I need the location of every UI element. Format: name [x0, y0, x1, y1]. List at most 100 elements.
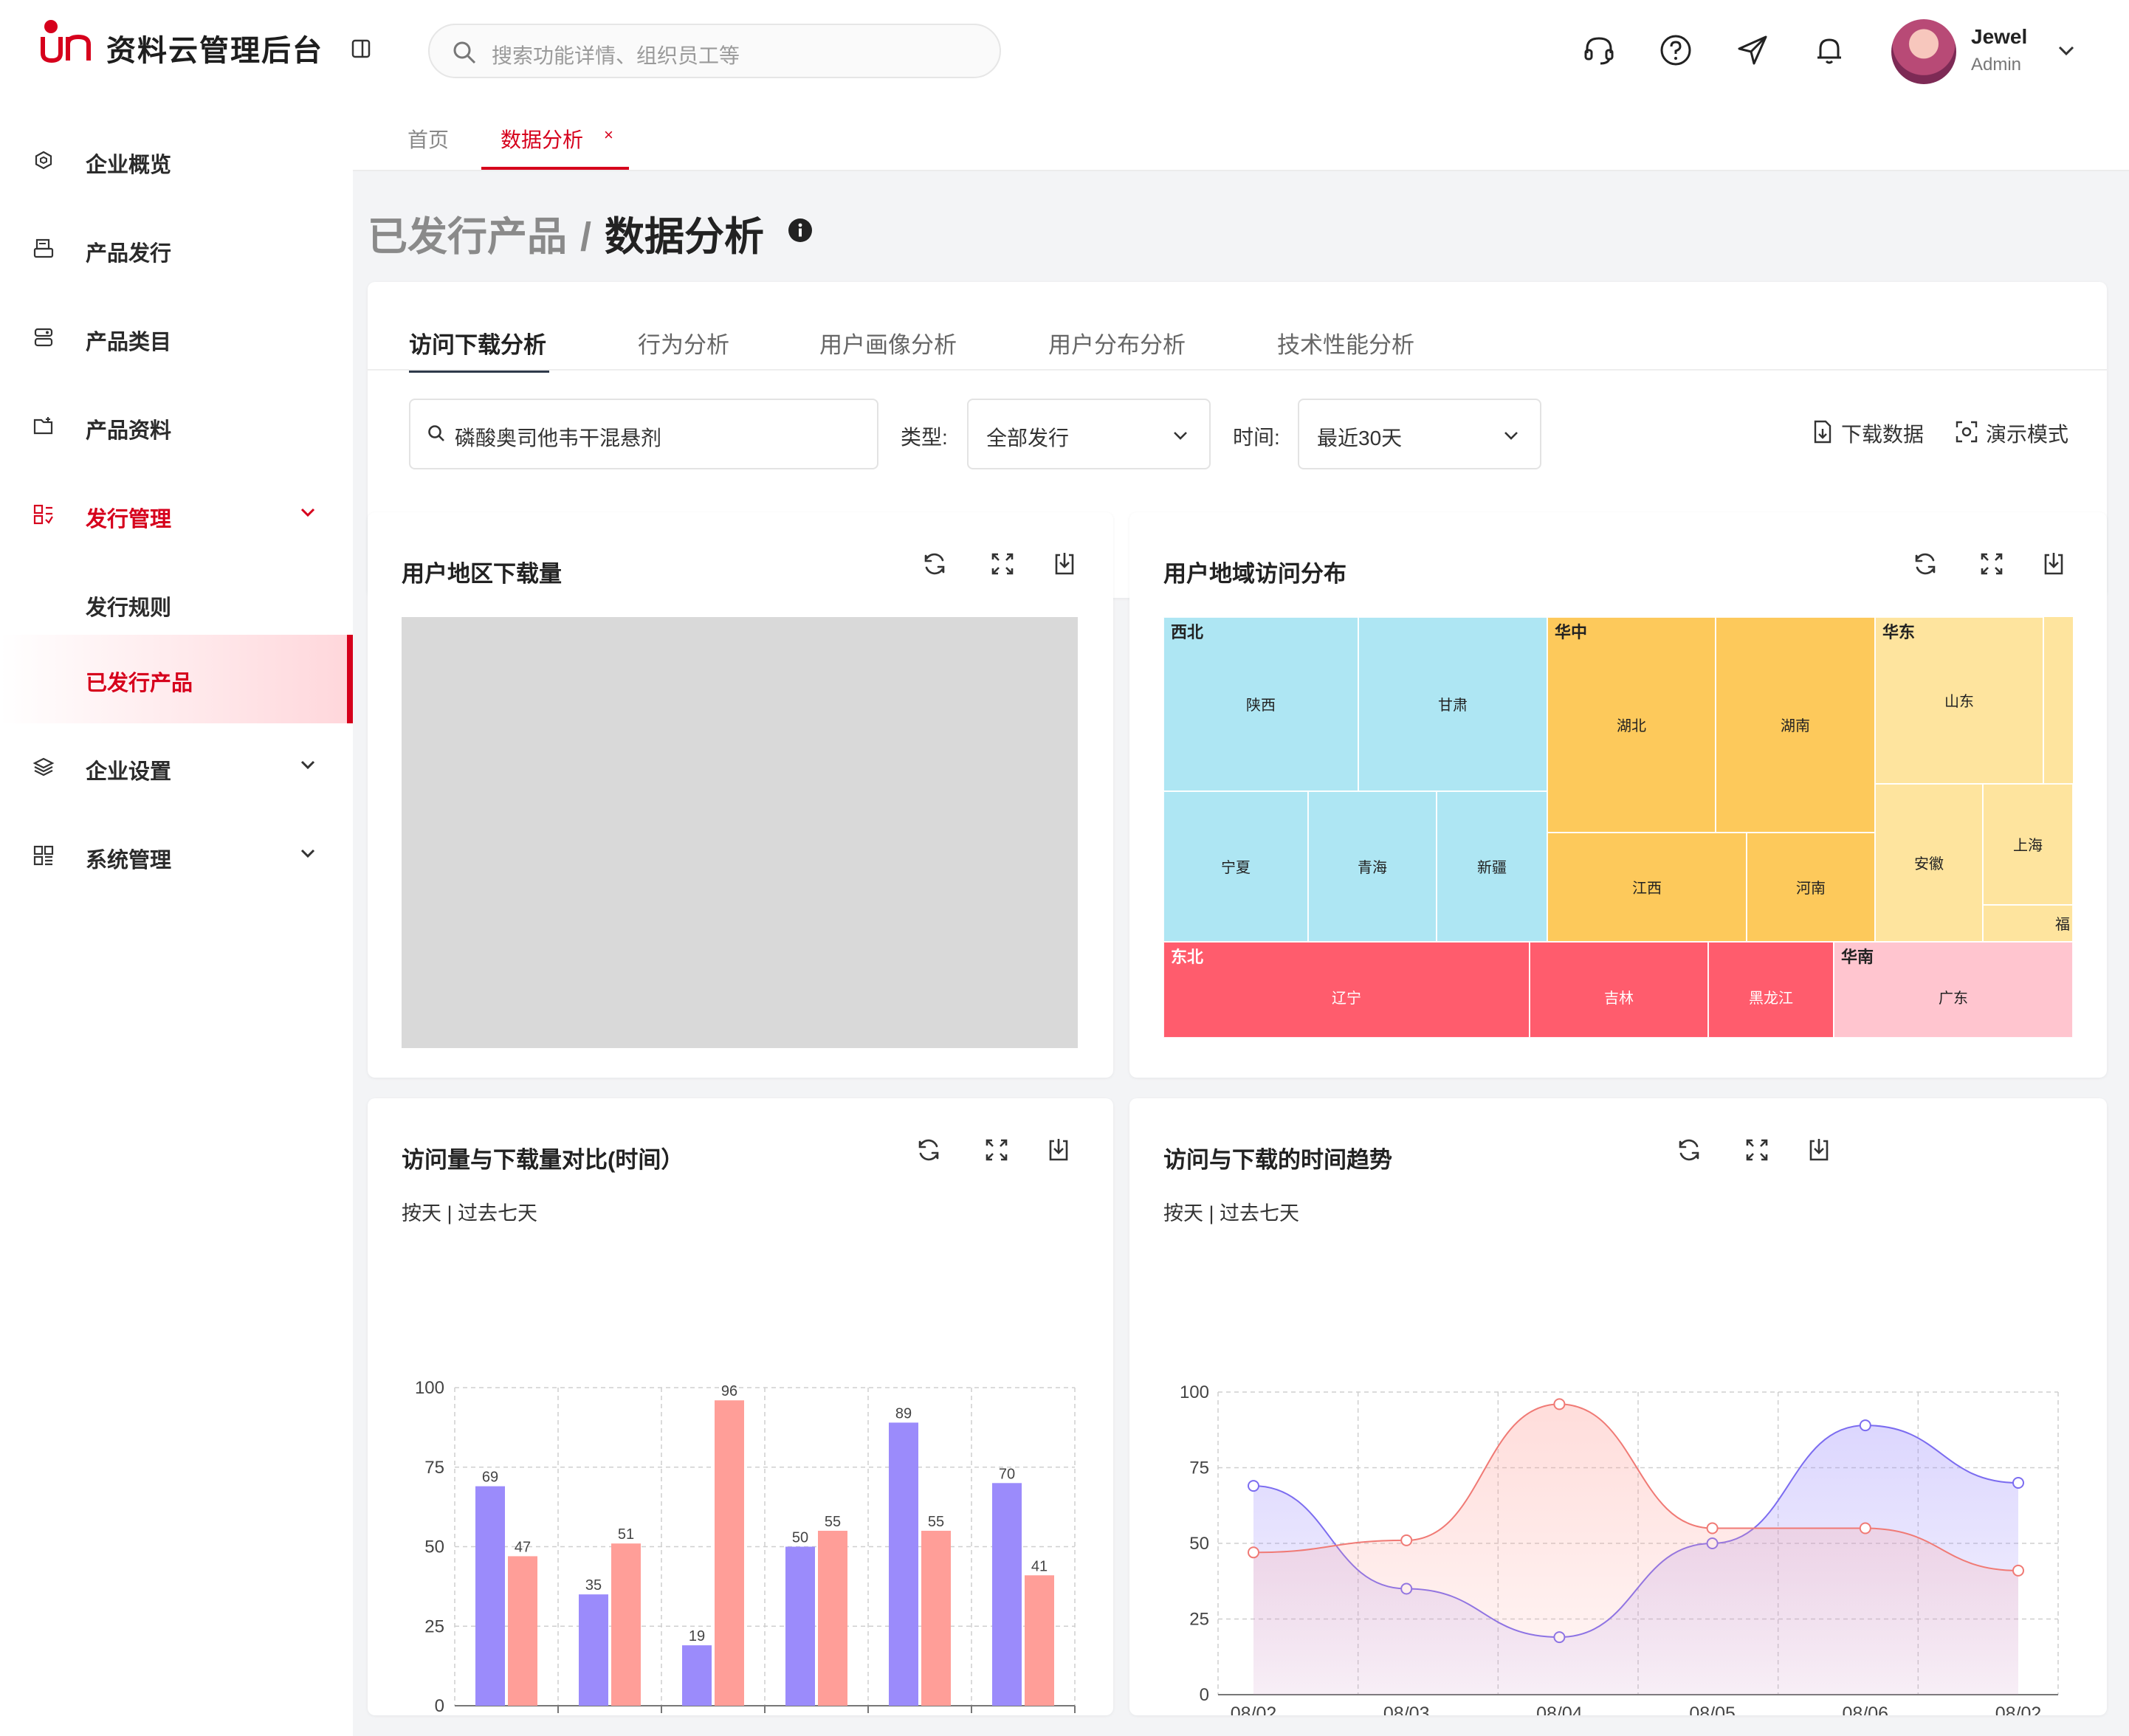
data-label: 51 [618, 1526, 634, 1543]
sidebar-item-enterprise-settings[interactable]: 企业设置 [0, 723, 353, 812]
page-tab-home[interactable]: 首页 [407, 124, 449, 154]
sidebar-item-release-management[interactable]: 发行管理 [0, 471, 353, 559]
x-tick-label: 08/05 [1689, 1704, 1736, 1715]
treemap-group-label: 华中 [1555, 623, 1587, 641]
y-tick-label: 0 [435, 1696, 444, 1715]
sidebar-item-category[interactable]: 产品类目 [0, 294, 353, 382]
data-label: 35 [585, 1577, 602, 1594]
type-value: 全部发行 [986, 427, 1070, 450]
bar[interactable] [611, 1543, 641, 1706]
top-bar: 资料云管理后台 搜索功能详情、组织员工等 Jewel Admin [0, 0, 2129, 102]
info-icon[interactable] [787, 217, 814, 244]
fullscreen-icon[interactable] [1978, 551, 2005, 577]
active-tab-underline [481, 167, 629, 170]
y-tick-label: 50 [424, 1537, 444, 1557]
help-icon[interactable] [1658, 32, 1693, 68]
sidebar-item-product-docs[interactable]: 产品资料 [0, 382, 353, 471]
data-point[interactable] [1248, 1546, 1259, 1559]
data-point[interactable] [1859, 1522, 1871, 1534]
treemap-group-label: 西北 [1171, 623, 1203, 641]
sidebar-item-released-products[interactable]: 已发行产品 [0, 635, 353, 723]
sidebar-item-label: 发行管理 [86, 508, 172, 531]
bar[interactable] [715, 1400, 744, 1706]
chevron-down-icon [300, 849, 315, 858]
treemap-cell-label: 湖南 [1781, 717, 1810, 734]
download-data-label: 下载数据 [1841, 423, 1925, 446]
category-icon [34, 328, 53, 347]
data-point[interactable] [1553, 1398, 1566, 1410]
x-tick-label: 08/02 [1995, 1704, 2042, 1715]
download-icon[interactable] [1051, 551, 1078, 577]
sidebar-toggle-icon[interactable] [351, 38, 371, 59]
bell-icon[interactable] [1812, 32, 1847, 68]
refresh-icon[interactable] [921, 551, 948, 577]
download-icon[interactable] [2040, 551, 2067, 577]
data-label: 50 [792, 1530, 808, 1546]
logo-icon [41, 20, 91, 63]
bar[interactable] [992, 1483, 1022, 1706]
sidebar-item-label: 产品发行 [86, 242, 172, 266]
data-point[interactable] [1400, 1534, 1413, 1546]
treemap-cell-label: 福 [2055, 916, 2070, 933]
treemap-cell-label: 黑龙江 [1749, 990, 1793, 1007]
product-search-input[interactable]: 磷酸奥司他韦干混悬剂 [409, 399, 878, 469]
cube-icon [35, 151, 52, 170]
treemap-group-label: 东北 [1171, 948, 1203, 966]
refresh-icon[interactable] [1912, 551, 1939, 577]
treemap-cell[interactable] [1163, 941, 1530, 1038]
data-label: 55 [928, 1514, 944, 1530]
treemap-group-label: 华南 [1841, 948, 1874, 966]
breadcrumb-separator: / [580, 215, 592, 259]
tab-tech-performance[interactable]: 技术性能分析 [1277, 326, 1414, 359]
tab-visit-download[interactable]: 访问下载分析 [409, 326, 546, 359]
sidebar-item-label: 发行规则 [86, 596, 172, 620]
bar[interactable] [579, 1594, 608, 1706]
bar[interactable] [818, 1530, 847, 1706]
bar[interactable] [785, 1546, 815, 1706]
chevron-down-icon[interactable] [2057, 43, 2076, 58]
treemap-group-label: 华东 [1882, 623, 1915, 641]
bar[interactable] [508, 1556, 537, 1706]
page-tab-data-analysis[interactable]: 数据分析 [501, 124, 583, 154]
close-icon[interactable]: × [604, 125, 613, 145]
treemap-cell-label: 江西 [1632, 880, 1662, 897]
line-chart: 0 25 50 75 100 08/02 08/03 08/04 08/05 08/06 08/02… [1180, 1382, 2059, 1715]
y-tick-label: 0 [1200, 1685, 1209, 1705]
sidebar-item-system-management[interactable]: 系统管理 [0, 812, 353, 900]
tab-user-distribution[interactable]: 用户分布分析 [1048, 326, 1186, 359]
breadcrumb-parent[interactable]: 已发行产品 [368, 215, 567, 259]
data-point[interactable] [2012, 1477, 2024, 1489]
trend-chart-card: 访问与下载的时间趋势 按天 | 过去七天 0 25 50 75 100 08/02 08/0… [1129, 1098, 2107, 1715]
treemap-cell[interactable] [1707, 941, 1834, 1038]
headset-icon[interactable] [1581, 32, 1617, 68]
tab-user-portrait[interactable]: 用户画像分析 [819, 326, 957, 359]
bar[interactable] [682, 1645, 712, 1706]
x-tick-label: 08/06 [1843, 1704, 1889, 1715]
bar[interactable] [1025, 1575, 1054, 1706]
panel-title: 用户地区下载量 [402, 561, 562, 587]
send-icon[interactable] [1735, 32, 1770, 68]
bar[interactable] [889, 1422, 918, 1706]
time-select[interactable]: 最近30天 [1298, 399, 1541, 469]
y-tick-label: 100 [1180, 1382, 1209, 1402]
data-label: 69 [482, 1470, 498, 1486]
x-tick-label: 08/04 [1536, 1704, 1583, 1715]
data-point[interactable] [1859, 1419, 1871, 1432]
sidebar-item-product-release[interactable]: 产品发行 [0, 205, 353, 294]
sidebar-item-label: 企业概览 [86, 154, 172, 177]
bar[interactable] [921, 1530, 951, 1706]
search-icon [453, 41, 476, 64]
treemap-cell[interactable] [1529, 941, 1709, 1038]
bar[interactable] [475, 1486, 505, 1706]
fullscreen-icon[interactable] [989, 551, 1016, 577]
data-point[interactable] [2012, 1564, 2024, 1577]
avatar[interactable] [1891, 19, 1956, 84]
type-select[interactable]: 全部发行 [967, 399, 1211, 469]
data-point[interactable] [1248, 1480, 1259, 1492]
data-point[interactable] [1706, 1522, 1719, 1534]
tab-behavior[interactable]: 行为分析 [638, 326, 729, 359]
global-search-input[interactable]: 搜索功能详情、组织员工等 [428, 24, 1001, 78]
divider [368, 369, 2107, 371]
app-title: 资料云管理后台 [106, 35, 323, 67]
sidebar-item-overview[interactable]: 企业概览 [0, 117, 353, 205]
